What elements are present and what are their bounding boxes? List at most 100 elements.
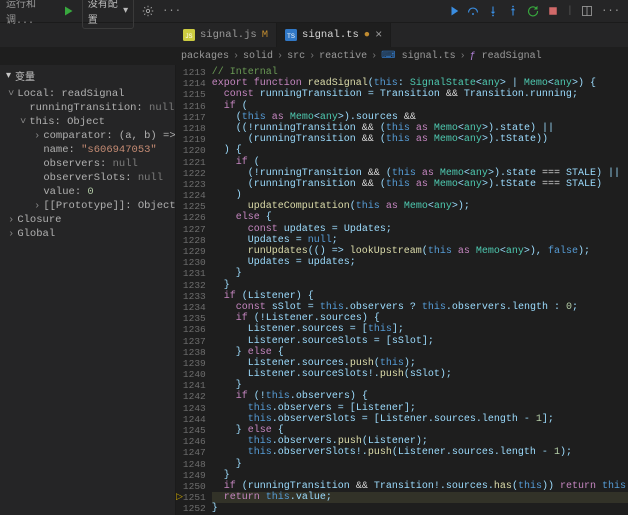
tab-signalts[interactable]: TSsignal.ts ● × [277,23,391,47]
chevron-right-icon: › [277,51,283,62]
tree-item[interactable]: runningTransition: null [6,101,175,115]
chevron-right-icon: › [8,214,14,226]
code-line[interactable]: if ( [212,101,628,112]
tree-item[interactable]: value: 0 [6,185,175,199]
code-line[interactable]: } else { [212,425,628,436]
breadcrumbs[interactable]: packages›solid›src›reactive›⌨ signal.ts›… [0,47,628,65]
code-line[interactable]: Listener.sources.push(this); [212,358,628,369]
code-line[interactable]: } else { [212,347,628,358]
tree-item[interactable]: ›Closure [6,213,175,227]
play-icon[interactable] [62,5,74,17]
code-line[interactable]: } [212,459,628,470]
chevron-down-icon: ▾ [123,5,128,17]
line-number: 1251 [183,492,206,503]
variables-tree[interactable]: ˅Local: readSignal runningTransition: nu… [0,87,175,241]
chevron-right-icon: › [8,228,14,240]
breadcrumb-item[interactable]: solid [243,51,273,62]
code-editor[interactable]: ▷ 12131214121512161217121812191220122112… [176,65,628,515]
line-number: 1218 [183,123,206,134]
debug-continue-icon[interactable] [447,5,459,17]
code-line[interactable]: return this.value; [212,492,628,503]
line-number: 1248 [183,459,206,470]
code-line[interactable]: this.observerSlots = [Listener.sources.l… [212,414,628,425]
code-line[interactable]: this.observers.push(Listener); [212,436,628,447]
code-line[interactable]: updateComputation(this as Memo<any>); [212,201,628,212]
more-actions[interactable]: ··· [162,5,181,17]
line-numbers: 1213121412151216121712181219122012211222… [183,65,212,515]
code-line[interactable]: const updates = Updates; [212,224,628,235]
gear-icon[interactable] [142,5,154,17]
breadcrumb-item[interactable]: ⌨ signal.ts [381,50,455,62]
code-line[interactable]: const runningTransition = Transition && … [212,89,628,100]
code-line[interactable]: if (!Listener.sources) { [212,313,628,324]
code-line[interactable]: } [212,503,628,514]
ts-file-icon: TS [285,29,297,41]
code-line[interactable]: export function readSignal(this: SignalS… [212,78,628,89]
stop-icon[interactable] [547,5,559,17]
line-number: 1245 [183,425,206,436]
code-line[interactable]: if ( [212,157,628,168]
code-content[interactable]: // Internalexport function readSignal(th… [212,65,628,515]
code-line[interactable]: if (Listener) { [212,291,628,302]
code-line[interactable]: (!runningTransition && (this as Memo<any… [212,168,628,179]
code-line[interactable]: this.observers = [Listener]; [212,403,628,414]
line-number: 1238 [183,347,206,358]
code-line[interactable]: ((!runningTransition && (this as Memo<an… [212,123,628,134]
tree-item[interactable]: ˅this: Object [6,115,175,129]
tree-item[interactable]: name: "s606947053" [6,143,175,157]
chevron-right-icon: › [34,130,40,142]
code-line[interactable]: (this as Memo<any>).sources && [212,112,628,123]
code-line[interactable]: ) [212,190,628,201]
line-number: 1235 [183,313,206,324]
line-number: 1241 [183,380,206,391]
line-number: 1237 [183,336,206,347]
line-number: 1223 [183,179,206,190]
line-number: 1214 [183,78,206,89]
variables-title: 变量 [15,68,35,84]
code-line[interactable]: (runningTransition && (this as Memo<any>… [212,134,628,145]
code-line[interactable]: // Internal [212,67,628,78]
step-out-icon[interactable] [507,5,519,17]
code-line[interactable]: else { [212,212,628,223]
code-line[interactable]: const sSlot = this.observers ? this.obse… [212,302,628,313]
breadcrumb-item[interactable]: src [287,51,305,62]
tab-signaljs[interactable]: JSsignal.js M [175,23,277,47]
tree-item[interactable]: ›Global [6,227,175,241]
config-select[interactable]: 没有配置 ▾ [82,0,134,29]
code-line[interactable]: if (!this.observers) { [212,391,628,402]
code-line[interactable]: this.observerSlots!.push(Listener.source… [212,447,628,458]
step-over-icon[interactable] [467,5,479,17]
tree-item[interactable]: ›comparator: (a, b) => a === b [6,129,175,143]
tree-item[interactable]: ˅Local: readSignal [6,87,175,101]
line-number: 1222 [183,168,206,179]
line-number: 1224 [183,190,206,201]
code-line[interactable]: } [212,280,628,291]
code-line[interactable]: (runningTransition && (this as Memo<any>… [212,179,628,190]
tree-item[interactable]: observers: null [6,157,175,171]
code-line[interactable]: Listener.sources = [this]; [212,324,628,335]
restart-icon[interactable] [527,5,539,17]
code-line[interactable]: Listener.sourceSlots = [sSlot]; [212,336,628,347]
code-line[interactable]: Listener.sourceSlots!.push(sSlot); [212,369,628,380]
breadcrumb-item[interactable]: ƒ readSignal [470,51,542,62]
code-line[interactable]: runUpdates(() => lookUpstream(this as Me… [212,246,628,257]
svg-text:JS: JS [185,34,192,40]
step-into-icon[interactable] [487,5,499,17]
code-line[interactable]: } [212,470,628,481]
tree-item[interactable]: ›[[Prototype]]: Object [6,199,175,213]
tree-item[interactable]: observerSlots: null [6,171,175,185]
code-line[interactable]: } [212,268,628,279]
breakpoint-gutter[interactable]: ▷ [176,65,183,515]
line-number: 1247 [183,447,206,458]
variables-header[interactable]: ▾ 变量 [0,65,175,87]
breadcrumb-item[interactable]: packages [181,51,229,62]
code-line[interactable]: ) { [212,145,628,156]
breadcrumb-item[interactable]: reactive [319,51,367,62]
close-icon[interactable]: × [375,28,382,42]
code-line[interactable]: } [212,380,628,391]
split-editor-icon[interactable] [581,5,593,17]
code-line[interactable]: Updates = null; [212,235,628,246]
more-icon[interactable]: ··· [601,5,620,17]
code-line[interactable]: if (runningTransition && Transition!.sou… [212,481,628,492]
code-line[interactable]: Updates = updates; [212,257,628,268]
